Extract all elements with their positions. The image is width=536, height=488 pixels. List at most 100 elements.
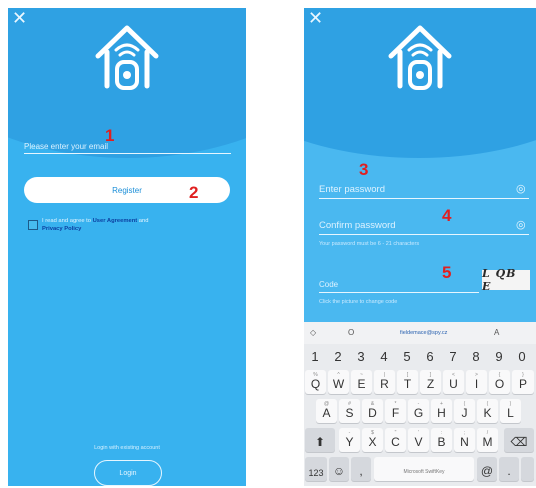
key-h[interactable]: + H [431,399,452,423]
key-label: 123 [308,468,324,478]
key-m[interactable]: / M [477,428,498,452]
key-k[interactable]: (K [477,399,498,423]
key-y[interactable]: -Y [339,428,360,452]
agreement-checkbox[interactable] [28,220,38,230]
key-9[interactable]: 9 [489,349,509,364]
password-underline [319,198,529,199]
login-button[interactable]: Login [94,460,162,486]
code-underline [319,292,479,293]
keyboard-row-2: @ A # S & D * F -G + H (J (K ) L [304,397,536,425]
emoji-key[interactable]: ☺ [329,457,349,481]
key-label: I [474,377,479,391]
key-label: . [507,464,511,478]
suggestion-item[interactable]: O [348,328,354,337]
key-label: M [482,435,493,449]
key-w[interactable]: ^ W [328,370,349,394]
key-label: A [322,406,331,420]
key-8[interactable]: 8 [466,349,486,364]
keyboard-row-3: ⬆ -Y $ X " C ' V :B ; N / M ⌫ [304,426,536,454]
enter-key[interactable] [521,457,534,481]
key-n[interactable]: ; N [454,428,475,452]
password-field[interactable]: Enter password [319,184,385,195]
user-agreement-link[interactable]: User Agreement [93,218,138,224]
keyboard-suggestion-bar: ◇ O fieldemace@spy.cz A [304,322,536,344]
captcha-image[interactable]: L QB E [482,267,530,293]
key-label: F [391,406,400,420]
key-label: W [332,377,345,391]
key-s[interactable]: # S [339,399,360,423]
show-password-icon[interactable]: ◎ [516,182,526,195]
at-key[interactable]: @ [477,457,497,481]
key-g[interactable]: -G [408,399,429,423]
close-icon[interactable]: ✕ [308,10,323,28]
key-i[interactable]: > I [466,370,487,394]
space-key[interactable]: Microsoft SwiftKey [374,457,474,481]
annotation-marker-2: 2 [189,183,199,202]
code-hint: Click the picture to change code [319,299,398,305]
key-5[interactable]: 5 [397,349,417,364]
suggestion-item[interactable]: fieldemace@spy.cz [400,330,447,336]
key-0[interactable]: 0 [512,349,532,364]
email-field[interactable]: Please enter your email [24,142,108,151]
key-z[interactable]: ] Z [420,370,441,394]
key-j[interactable]: (J [454,399,475,423]
register-email-screen: ✕ 1 Please enter your email Register 2 I… [8,8,246,486]
suggestion-item[interactable]: A [494,328,499,337]
key-label: Y [345,435,354,449]
key-t[interactable]: [T [397,370,418,394]
key-1[interactable]: 1 [305,349,325,364]
keyboard-row-1: % Q ^ W ~ E | R [T ] Z < U > I {O } P [304,368,536,396]
key-u[interactable]: < U [443,370,464,394]
register-button[interactable]: Register [24,177,230,203]
key-label: R [380,377,389,391]
key-label: T [403,377,412,391]
symbols-key[interactable]: 123 [305,457,327,481]
comma-key[interactable]: , [351,457,371,481]
key-b[interactable]: :B [431,428,452,452]
confirm-password-field[interactable]: Confirm password [319,220,396,231]
key-l[interactable]: ) L [500,399,521,423]
key-label: P [518,377,527,391]
key-label: Q [310,377,321,391]
email-underline [24,153,231,154]
backspace-key[interactable]: ⌫ [504,428,534,452]
confirm-password-underline [319,234,529,235]
code-field[interactable]: Code [319,280,338,289]
backspace-icon: ⌫ [510,435,528,449]
shift-key[interactable]: ⬆ [305,428,335,452]
register-password-screen: ✕ 3 Enter password ◎ 4 Confirm password … [304,8,536,486]
close-icon[interactable]: ✕ [12,10,27,28]
key-p[interactable]: } P [512,370,534,394]
period-key[interactable]: . [499,457,519,481]
key-x[interactable]: $ X [362,428,383,452]
key-2[interactable]: 2 [328,349,348,364]
key-a[interactable]: @ A [316,399,337,423]
password-hint: Your password must be 6 - 21 characters [319,241,420,247]
key-c[interactable]: " C [385,428,406,452]
key-label: C [391,435,400,449]
app-logo [95,25,159,90]
key-label: , [359,464,363,478]
key-6[interactable]: 6 [420,349,440,364]
key-e[interactable]: ~ E [351,370,372,394]
key-r[interactable]: | R [374,370,395,394]
key-label: B [437,435,446,449]
key-q[interactable]: % Q [305,370,326,394]
annotation-marker-3: 3 [359,160,369,179]
login-prompt: Login with existing account [94,445,160,451]
key-label: V [414,435,423,449]
key-f[interactable]: * F [385,399,406,423]
privacy-policy-link[interactable]: Privacy Policy [42,226,81,232]
key-7[interactable]: 7 [443,349,463,364]
key-label: Z [426,377,435,391]
key-label: U [449,377,458,391]
key-label: Microsoft SwiftKey [403,469,445,475]
show-confirm-password-icon[interactable]: ◎ [516,218,526,231]
key-label: X [368,435,377,449]
key-v[interactable]: ' V [408,428,429,452]
key-o[interactable]: {O [489,370,510,394]
key-4[interactable]: 4 [374,349,394,364]
key-d[interactable]: & D [362,399,383,423]
key-3[interactable]: 3 [351,349,371,364]
keyboard-settings-icon[interactable]: ◇ [310,328,316,337]
